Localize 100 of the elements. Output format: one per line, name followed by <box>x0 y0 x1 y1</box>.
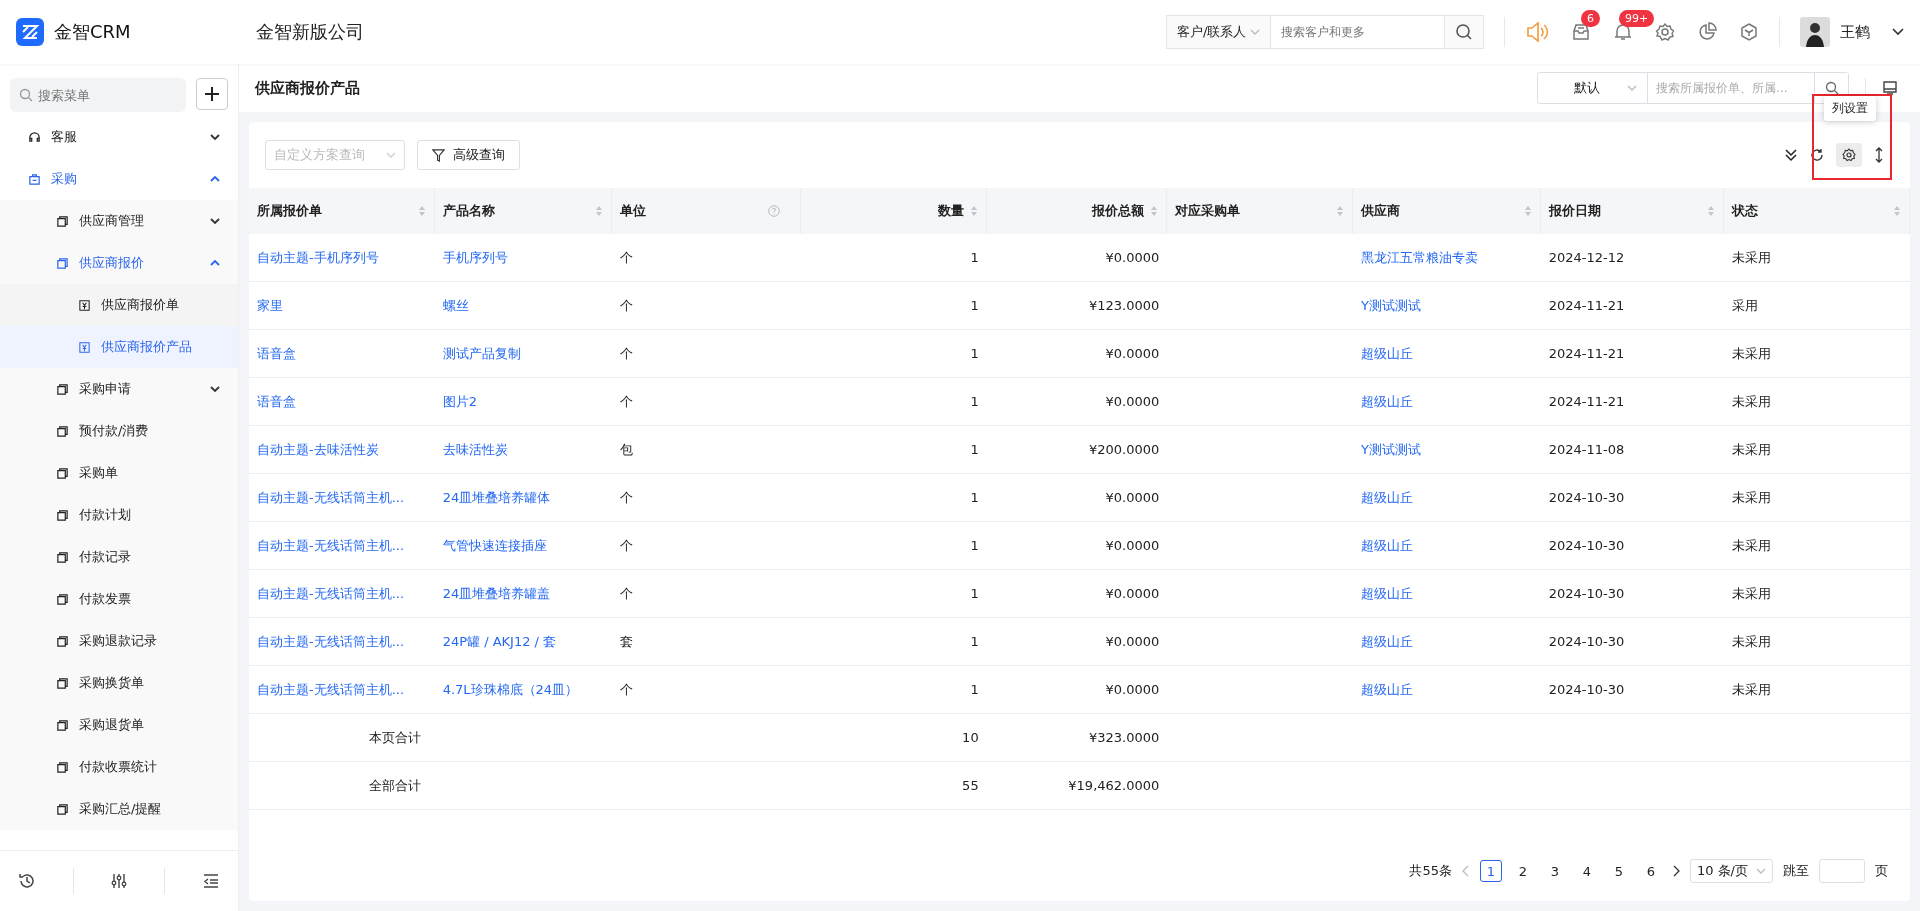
product-link[interactable]: 24皿堆叠培养罐盖 <box>442 584 551 603</box>
supplier-link[interactable]: 超级山丘 <box>1361 584 1413 603</box>
column-header[interactable]: 报价总额 <box>986 188 1168 234</box>
next-page-icon[interactable] <box>1671 865 1680 877</box>
menu-item[interactable]: 预付款/消费 <box>0 410 238 452</box>
supplier-link[interactable]: Y测试测试 <box>1361 296 1421 315</box>
menu-item[interactable]: 供应商管理 <box>0 200 238 242</box>
search-icon[interactable] <box>1444 15 1484 49</box>
column-header[interactable]: 对应采购单 <box>1167 188 1353 234</box>
monitor-icon[interactable] <box>1882 80 1898 96</box>
supplier-link[interactable]: 黑龙江五常粮油专卖 <box>1361 248 1478 267</box>
inbox-icon[interactable] <box>1571 22 1591 42</box>
menu-item[interactable]: 采购 <box>0 158 238 200</box>
product-link[interactable]: 气管快速连接插座 <box>442 536 547 555</box>
product-link[interactable]: 4.7L珍珠棉底（24皿） <box>442 680 579 699</box>
table-cell: 个 <box>620 536 634 555</box>
row-height-icon[interactable] <box>1874 147 1884 163</box>
settings-icon <box>1842 148 1856 162</box>
supplier-link[interactable]: 超级山丘 <box>1361 680 1413 699</box>
table-cell: 2024-10-30 <box>1548 490 1625 505</box>
quote-link[interactable]: 自动主题-去味活性炭 <box>257 440 379 459</box>
menu-item[interactable]: 采购申请 <box>0 368 238 410</box>
menu-item[interactable]: 采购退货单 <box>0 704 238 746</box>
product-link[interactable]: 测试产品复制 <box>442 344 521 363</box>
menu-item[interactable]: 供应商报价产品 <box>0 326 238 368</box>
supplier-link[interactable]: 超级山丘 <box>1361 344 1413 363</box>
notification-badge: 6 <box>1581 10 1600 27</box>
product-link[interactable]: 手机序列号 <box>442 248 508 267</box>
column-header[interactable]: 所属报价单 <box>249 188 435 234</box>
supplier-link[interactable]: 超级山丘 <box>1361 488 1413 507</box>
page-label: 页 <box>1875 862 1888 880</box>
sliders-icon[interactable] <box>109 872 128 890</box>
page-size-select[interactable]: 10 条/页 <box>1689 859 1773 883</box>
quote-link[interactable]: 自动主题-无线话筒主机... <box>257 680 405 699</box>
quote-link[interactable]: 自动主题-手机序列号 <box>257 248 379 267</box>
quote-link[interactable]: 自动主题-无线话筒主机... <box>257 536 405 555</box>
product-link[interactable]: 去味活性炭 <box>442 440 508 459</box>
column-header[interactable]: 单位 <box>612 188 801 234</box>
page-button[interactable]: 1 <box>1479 860 1502 882</box>
menu-item[interactable]: 采购单 <box>0 452 238 494</box>
menu-item[interactable]: 供应商报价 <box>0 242 238 284</box>
page-button[interactable]: 5 <box>1607 860 1630 882</box>
menu-item[interactable]: 付款计划 <box>0 494 238 536</box>
quote-link[interactable]: 自动主题-无线话筒主机... <box>257 488 405 507</box>
settings-icon[interactable] <box>1655 22 1675 42</box>
menu-item[interactable]: 客服 <box>0 116 238 158</box>
page-button[interactable]: 6 <box>1639 860 1662 882</box>
menu-item[interactable]: 付款发票 <box>0 578 238 620</box>
user-name[interactable]: 王鹤 <box>1840 22 1870 42</box>
product-link[interactable]: 螺丝 <box>442 296 469 315</box>
quote-link[interactable]: 语音盒 <box>257 392 296 411</box>
bag-icon <box>28 172 41 186</box>
menu-item[interactable]: 采购退款记录 <box>0 620 238 662</box>
history-icon[interactable] <box>18 872 37 890</box>
column-header[interactable]: 供应商 <box>1353 188 1541 234</box>
page-number-field[interactable] <box>1819 859 1865 883</box>
menu-item[interactable]: 采购汇总/提醒 <box>0 788 238 830</box>
table-cell: ¥0.0000 <box>1105 394 1160 409</box>
quote-link[interactable]: 语音盒 <box>257 344 296 363</box>
product-link[interactable]: 图片2 <box>442 392 477 411</box>
column-header[interactable]: 报价日期 <box>1540 188 1725 234</box>
logo-icon <box>16 18 44 46</box>
supplier-link[interactable]: 超级山丘 <box>1361 392 1413 411</box>
quote-link[interactable]: 自动主题-无线话筒主机... <box>257 584 405 603</box>
table-cell: 未采用 <box>1732 248 1772 267</box>
menu-search-field[interactable]: 搜索菜单 <box>10 78 186 112</box>
quote-link[interactable]: 自动主题-无线话筒主机... <box>257 632 405 651</box>
page-button[interactable]: 4 <box>1575 860 1598 882</box>
supplier-link[interactable]: 超级山丘 <box>1361 536 1413 555</box>
advanced-search-button[interactable]: 高级查询 <box>417 140 520 170</box>
table-cell: 2024-10-30 <box>1548 682 1625 697</box>
chevron-down-icon[interactable] <box>1892 28 1904 36</box>
menu-item[interactable]: 付款记录 <box>0 536 238 578</box>
global-search-field[interactable]: 搜索客户和更多 <box>1271 15 1444 49</box>
company-name: 金智新版公司 <box>256 20 365 44</box>
avatar[interactable] <box>1800 17 1830 47</box>
column-header[interactable]: 数量 <box>801 188 987 234</box>
column-header[interactable]: 状态 <box>1724 188 1910 234</box>
double-chevron-down-icon[interactable] <box>1784 148 1798 162</box>
quote-link[interactable]: 家里 <box>257 296 283 315</box>
supplier-link[interactable]: 超级山丘 <box>1361 632 1413 651</box>
table-cell: 未采用 <box>1732 392 1772 411</box>
refresh-icon[interactable] <box>1810 148 1824 162</box>
collapse-menu-icon[interactable] <box>201 872 220 890</box>
supplier-link[interactable]: Y测试测试 <box>1361 440 1421 459</box>
cube-icon[interactable] <box>1739 22 1759 42</box>
product-link[interactable]: 24P罐 / AKJ12 / 套 <box>442 632 557 651</box>
search-scope-select[interactable]: 客户/联系人 <box>1166 15 1272 49</box>
pie-chart-icon[interactable] <box>1697 22 1717 42</box>
column-settings-button[interactable] <box>1836 143 1862 167</box>
menu-item[interactable]: 采购换货单 <box>0 662 238 704</box>
table-cell: 个 <box>620 488 634 507</box>
page-button[interactable]: 2 <box>1511 860 1534 882</box>
menu-item[interactable]: 供应商报价单 <box>0 284 238 326</box>
page-button[interactable]: 3 <box>1543 860 1566 882</box>
product-link[interactable]: 24皿堆叠培养罐体 <box>442 488 551 507</box>
add-button[interactable] <box>196 78 228 110</box>
menu-item[interactable]: 付款收票统计 <box>0 746 238 788</box>
bell-icon[interactable] <box>1613 22 1633 42</box>
column-header[interactable]: 产品名称 <box>434 188 613 234</box>
